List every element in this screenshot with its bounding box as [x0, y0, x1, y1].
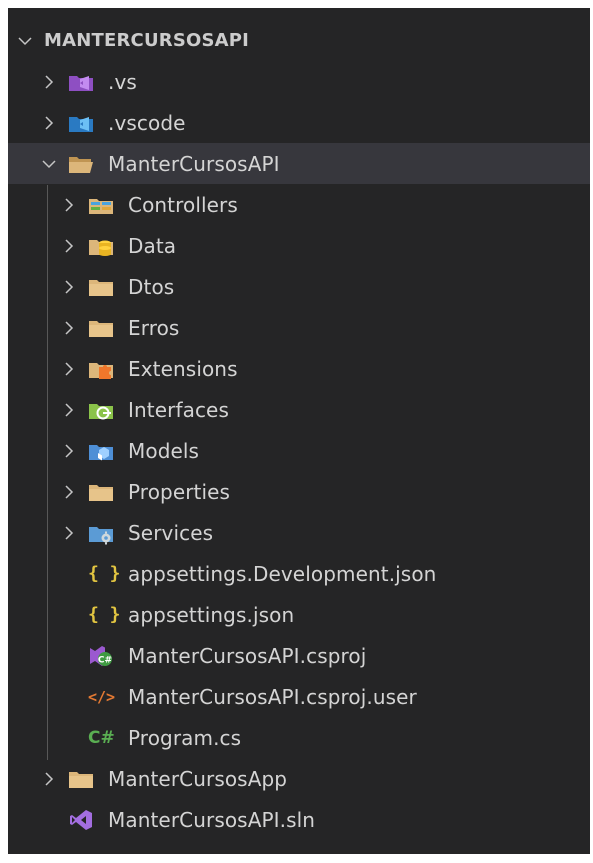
folder-icon [68, 767, 94, 791]
chevron-right-icon[interactable] [58, 235, 80, 257]
tree-item-vscode-folder[interactable]: .vscode [8, 102, 590, 143]
xml-file-icon: </> [88, 687, 116, 706]
tree-item-label: Services [128, 520, 214, 545]
chevron-right-icon[interactable] [38, 112, 60, 134]
chevron-right-icon[interactable] [58, 481, 80, 503]
tree-item-sln-file[interactable]: ManterCursosAPI.sln [8, 799, 590, 840]
tree-item-extensions-folder[interactable]: Extensions [8, 348, 590, 389]
folder-icon [88, 480, 114, 504]
tree-item-models-folder[interactable]: Models [8, 430, 590, 471]
csproj-file-icon: C# [88, 644, 114, 668]
json-file-icon: { } [88, 603, 121, 625]
tree-item-label: .vscode [108, 110, 186, 135]
folder-open-icon [68, 152, 94, 176]
folder-icon [88, 316, 114, 340]
visual-studio-folder-icon [68, 70, 94, 94]
chevron-right-icon[interactable] [38, 768, 60, 790]
chevron-right-icon[interactable] [58, 522, 80, 544]
tree-item-data-folder[interactable]: Data [8, 225, 590, 266]
tree-item-label: Extensions [128, 356, 238, 381]
tree-item-vs-folder[interactable]: .vs [8, 61, 590, 102]
chevron-right-icon[interactable] [58, 440, 80, 462]
svg-text:C#: C# [98, 655, 112, 665]
services-folder-icon [88, 521, 114, 545]
tree-item-mantercursosapi-folder[interactable]: ManterCursosAPI [8, 143, 590, 184]
vscode-folder-icon [68, 111, 94, 135]
tree-item-label: appsettings.Development.json [128, 561, 437, 586]
tree-item-label: Properties [128, 479, 231, 504]
tree-item-csproj-user[interactable]: </> ManterCursosAPI.csproj.user [8, 676, 590, 717]
chevron-down-icon[interactable] [38, 153, 60, 175]
tree-item-appsettings-json[interactable]: { } appsettings.json [8, 594, 590, 635]
folder-icon [88, 275, 114, 299]
interface-folder-icon [88, 398, 114, 422]
tree-item-label: Models [128, 438, 200, 463]
explorer-root-header[interactable]: MANTERCURSOSAPI [8, 20, 590, 61]
explorer-root-label: MANTERCURSOSAPI [44, 30, 250, 51]
tree-item-label: .vs [108, 69, 137, 94]
tree-item-label: Data [128, 233, 177, 258]
chevron-right-icon[interactable] [58, 399, 80, 421]
tree-item-label: ManterCursosAPI.sln [108, 807, 316, 832]
tree-item-label: Erros [128, 315, 180, 340]
tree-item-mantercursosapp-folder[interactable]: ManterCursosApp [8, 758, 590, 799]
tree-item-label: Interfaces [128, 397, 229, 422]
tree-item-dtos-folder[interactable]: Dtos [8, 266, 590, 307]
tree-item-controllers-folder[interactable]: Controllers [8, 184, 590, 225]
puzzle-folder-icon [88, 357, 114, 381]
controllers-folder-icon [88, 193, 114, 217]
chevron-right-icon[interactable] [58, 317, 80, 339]
tree-item-label: ManterCursosAPI [108, 151, 280, 176]
tree-item-label: Program.cs [128, 725, 242, 750]
tree-item-program-cs[interactable]: C# Program.cs [8, 717, 590, 758]
file-explorer-panel: MANTERCURSOSAPI .vs .vscode ManterCursos… [8, 8, 590, 854]
tree-item-properties-folder[interactable]: Properties [8, 471, 590, 512]
tree-item-label: ManterCursosApp [108, 766, 288, 791]
database-folder-icon [88, 234, 114, 258]
tree-item-label: ManterCursosAPI.csproj [128, 643, 367, 668]
chevron-right-icon[interactable] [58, 276, 80, 298]
tree-item-interfaces-folder[interactable]: Interfaces [8, 389, 590, 430]
csharp-file-icon: C# [88, 727, 115, 748]
tree-item-csproj[interactable]: C# ManterCursosAPI.csproj [8, 635, 590, 676]
visual-studio-solution-icon [68, 808, 94, 832]
chevron-right-icon[interactable] [58, 194, 80, 216]
tree-item-services-folder[interactable]: Services [8, 512, 590, 553]
tree-item-label: Controllers [128, 192, 238, 217]
tree-item-appsettings-development-json[interactable]: { } appsettings.Development.json [8, 553, 590, 594]
json-file-icon: { } [88, 562, 121, 584]
models-folder-icon [88, 439, 114, 463]
tree-item-label: appsettings.json [128, 602, 295, 627]
tree-item-label: ManterCursosAPI.csproj.user [128, 684, 417, 709]
chevron-right-icon[interactable] [38, 71, 60, 93]
tree-item-label: Dtos [128, 274, 175, 299]
chevron-down-icon[interactable] [14, 30, 36, 52]
tree-item-erros-folder[interactable]: Erros [8, 307, 590, 348]
chevron-right-icon[interactable] [58, 358, 80, 380]
